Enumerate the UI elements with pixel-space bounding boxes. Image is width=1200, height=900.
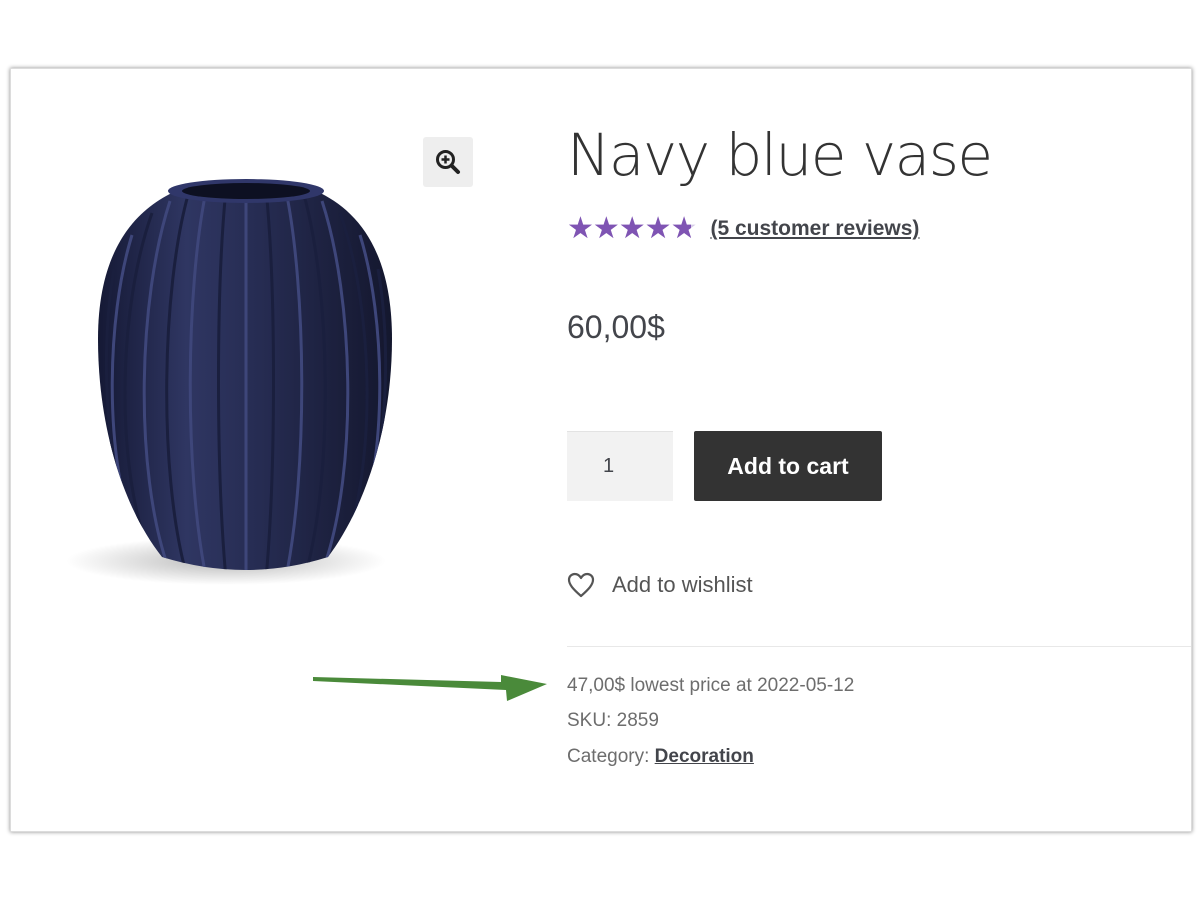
star-rating-fill: ★★★★★	[567, 214, 692, 244]
product-image-vase[interactable]	[66, 169, 426, 599]
category-label: Category:	[567, 746, 650, 767]
product-page-frame: Navy blue vase ★★★★★ ★★★★★ (5 customer r…	[10, 68, 1192, 832]
sku-line: SKU: 2859	[567, 710, 659, 732]
heart-outline-icon	[567, 572, 595, 598]
add-to-wishlist-link[interactable]: Add to wishlist	[567, 572, 753, 598]
reviews-link[interactable]: (5 customer reviews)	[710, 217, 919, 241]
add-to-cart-form: Add to cart	[567, 431, 882, 501]
product-rating: ★★★★★ ★★★★★ (5 customer reviews)	[567, 214, 919, 244]
sku-value: 2859	[616, 710, 659, 731]
wishlist-label: Add to wishlist	[612, 572, 753, 597]
quantity-input[interactable]	[567, 431, 673, 501]
product-title: Navy blue vase	[567, 121, 993, 189]
zoom-in-icon	[436, 150, 460, 174]
product-gallery	[11, 69, 531, 831]
zoom-button[interactable]	[423, 137, 473, 187]
meta-divider	[567, 646, 1191, 647]
star-rating: ★★★★★ ★★★★★	[567, 214, 697, 244]
lowest-price-info: 47,00$ lowest price at 2022-05-12	[567, 675, 855, 696]
category-link[interactable]: Decoration	[655, 746, 754, 767]
product-price: 60,00$	[567, 309, 665, 345]
sku-label: SKU:	[567, 710, 612, 731]
category-line: Category: Decoration	[567, 746, 754, 768]
add-to-cart-button[interactable]: Add to cart	[694, 431, 882, 501]
annotation-arrow	[313, 675, 547, 701]
product-summary: Navy blue vase ★★★★★ ★★★★★ (5 customer r…	[567, 69, 1191, 831]
